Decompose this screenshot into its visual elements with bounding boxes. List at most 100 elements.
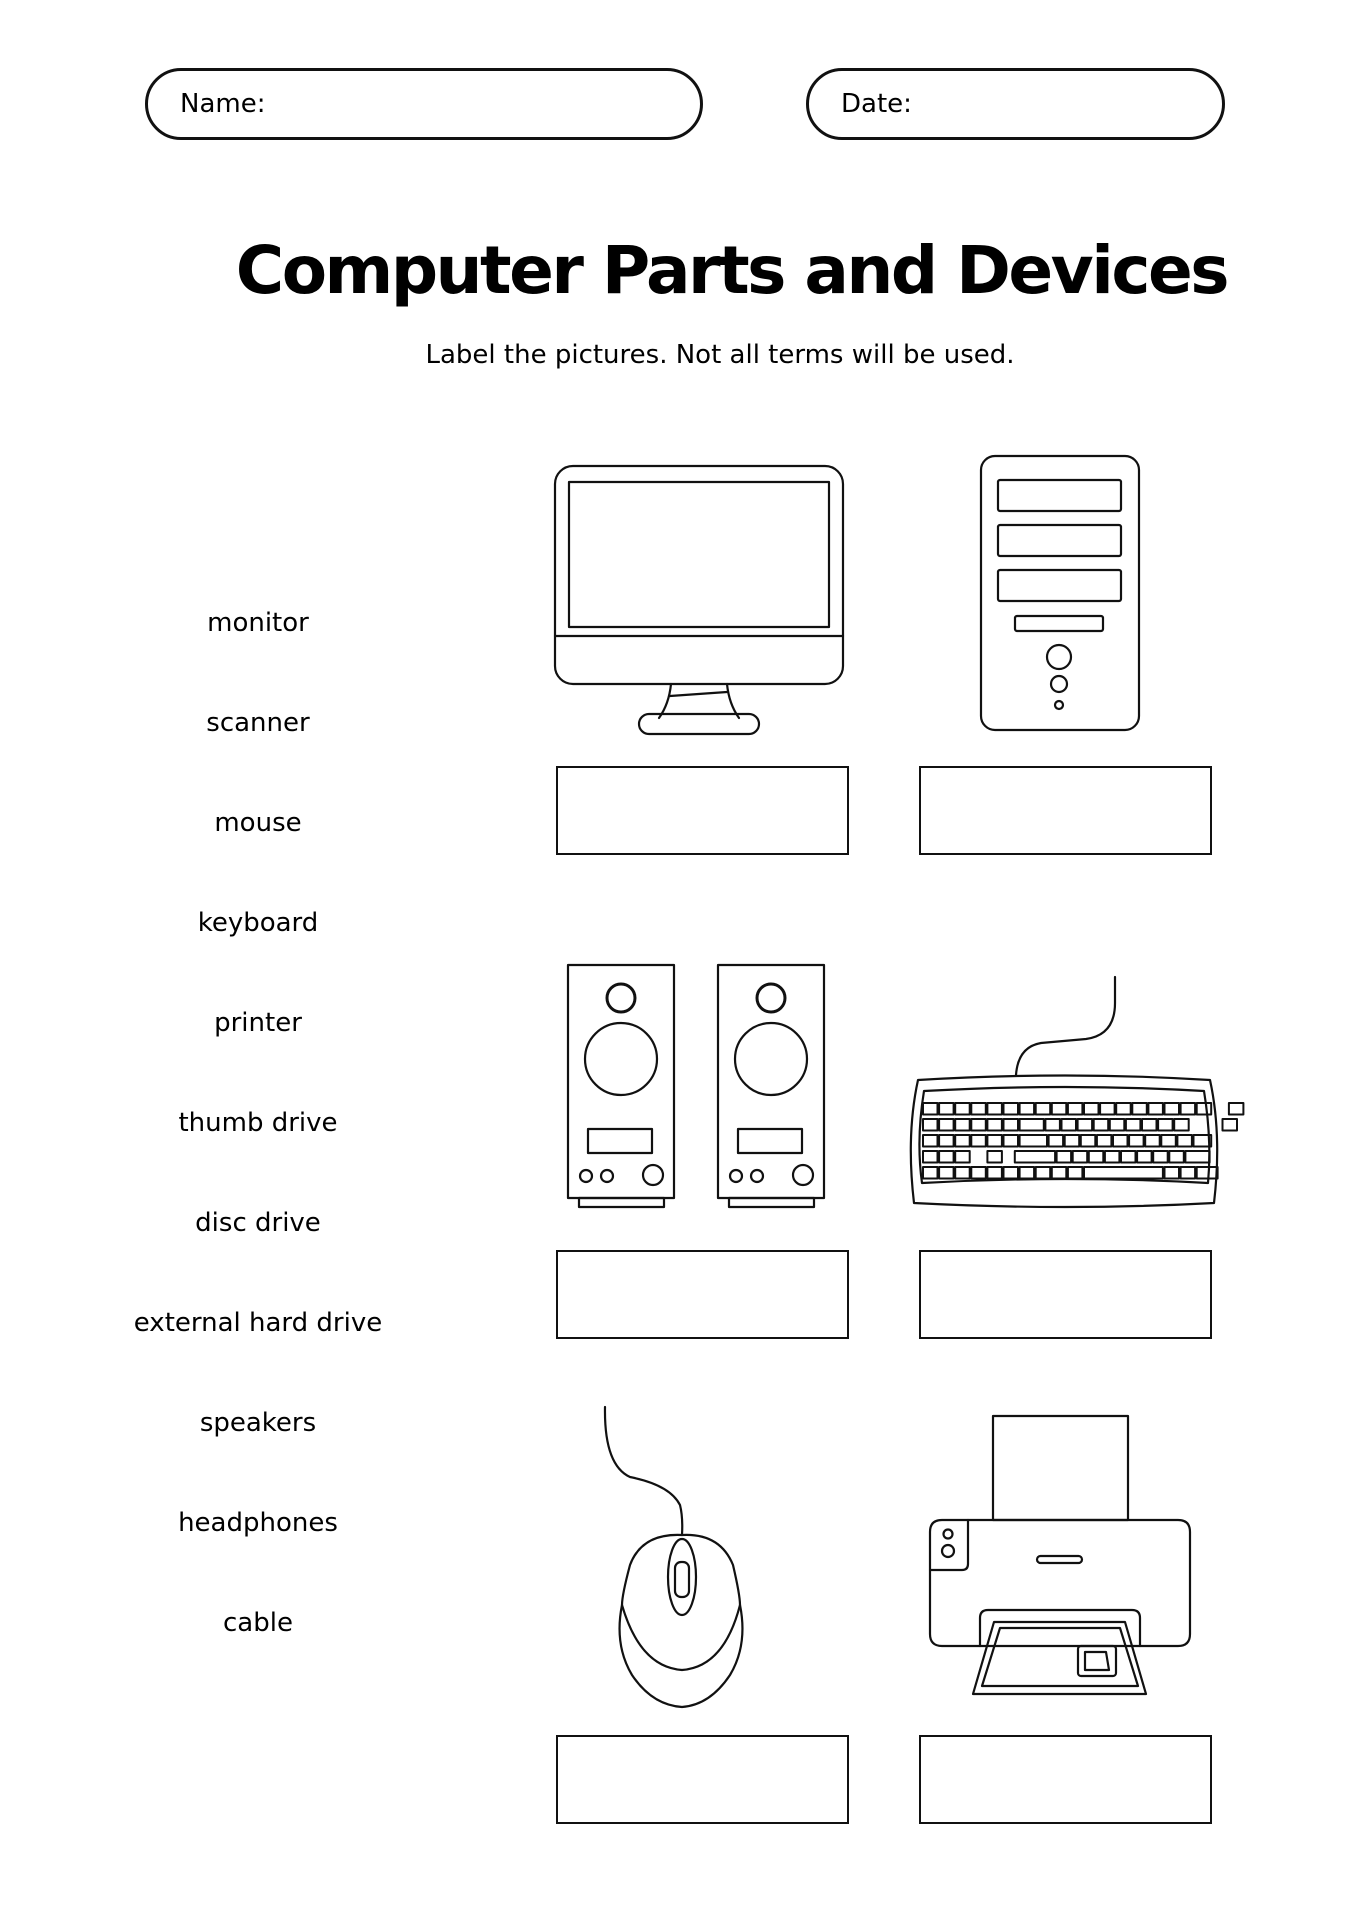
keyboard-key (1157, 1118, 1174, 1132)
keyboard-key (1179, 1166, 1197, 1180)
keyboard-key (1066, 1166, 1084, 1180)
keyboard-key (1034, 1166, 1052, 1180)
keyboard-key (970, 1118, 987, 1132)
name-field[interactable]: Name: (145, 68, 703, 140)
keyboard-key (1144, 1134, 1161, 1148)
keyboard-key (938, 1102, 955, 1116)
keyboard-key (938, 1166, 955, 1180)
keyboard-key (938, 1118, 955, 1132)
monitor-icon (553, 464, 845, 736)
keyboard-key (970, 1134, 987, 1148)
keyboard-key (922, 1118, 939, 1132)
page-title: Computer Parts and Devices (235, 232, 1230, 309)
instructions: Label the pictures. Not all terms will b… (425, 340, 1015, 370)
keyboard-key (1168, 1150, 1185, 1164)
keyboard-cable (1014, 975, 1117, 1077)
name-label: Name: (180, 89, 266, 119)
keyboard-key (1079, 1134, 1097, 1148)
answer-box-speakers[interactable] (556, 1250, 849, 1339)
keyboard-key (1173, 1118, 1190, 1132)
answer-box-printer[interactable] (919, 1735, 1212, 1824)
keyboard-key (1227, 1102, 1245, 1116)
keyboard-key (1103, 1150, 1121, 1164)
answer-box-monitor[interactable] (556, 766, 849, 855)
keyboard-key (986, 1150, 1003, 1164)
keyboard-key (1120, 1150, 1137, 1164)
keyboard-key (1044, 1118, 1061, 1132)
keyboard-key (986, 1118, 1003, 1132)
keyboard-key (1112, 1134, 1129, 1148)
word-bank-term: speakers (199, 1408, 317, 1438)
keyboard-key (1034, 1102, 1052, 1116)
speakers-icon (566, 963, 826, 1209)
keyboard-key (1115, 1102, 1132, 1116)
keyboard-key (1131, 1102, 1148, 1116)
answer-box-mouse[interactable] (556, 1735, 849, 1824)
keyboard-key (1063, 1134, 1081, 1148)
keyboard-key (1163, 1166, 1180, 1180)
keyboard-key (922, 1134, 939, 1148)
keyboard-key (970, 1166, 987, 1180)
mouse-cable (603, 1405, 684, 1537)
keyboard-key (1147, 1102, 1164, 1116)
keyboard-key (1076, 1118, 1094, 1132)
keyboard-key (1066, 1102, 1084, 1116)
keyboard-key (1176, 1134, 1193, 1148)
keyboard-key (1018, 1118, 1045, 1132)
keyboard-key (1184, 1150, 1211, 1164)
printer-paper (991, 1414, 1130, 1522)
keyboard-key (1055, 1150, 1073, 1164)
word-bank-term: keyboard (197, 908, 319, 938)
printer-icon (928, 1414, 1192, 1696)
keyboard-key (954, 1166, 971, 1180)
keyboard-key (1047, 1134, 1065, 1148)
keyboard-key (1002, 1134, 1019, 1148)
keyboard-key (1152, 1150, 1169, 1164)
date-label: Date: (841, 89, 912, 119)
word-bank-term: cable (223, 1608, 293, 1638)
keyboard-key (1002, 1118, 1019, 1132)
keyboard-key (1124, 1118, 1142, 1132)
keyboard-key (1002, 1102, 1019, 1116)
keyboard-key (1013, 1150, 1057, 1164)
keyboard-key (922, 1102, 939, 1116)
keyboard-key (1060, 1118, 1077, 1132)
answer-box-keyboard[interactable] (919, 1250, 1212, 1339)
keyboard-key (986, 1166, 1003, 1180)
keyboard-key (1018, 1102, 1036, 1116)
keyboard-key (1179, 1102, 1197, 1116)
keyboard-key (1095, 1134, 1113, 1148)
keyboard-key (1071, 1150, 1089, 1164)
keyboard-key (1195, 1102, 1213, 1116)
word-bank-term: monitor (207, 608, 309, 638)
keyboard-key (1221, 1118, 1238, 1132)
keyboard-key (1141, 1118, 1158, 1132)
keyboard-key (1050, 1102, 1068, 1116)
mouse-icon (603, 1405, 744, 1709)
keyboard-keys (922, 1102, 1245, 1180)
keyboard-key (1128, 1134, 1145, 1148)
computer-tower-icon (979, 454, 1141, 732)
word-bank-term: headphones (178, 1508, 338, 1538)
speaker-right (716, 963, 826, 1209)
word-bank-term: mouse (214, 808, 302, 838)
word-bank-term: disc drive (195, 1208, 321, 1238)
keyboard-key (986, 1134, 1003, 1148)
keyboard-key (1018, 1166, 1036, 1180)
keyboard-key (1163, 1102, 1180, 1116)
word-bank-term: scanner (206, 708, 310, 738)
keyboard-key (1136, 1150, 1153, 1164)
answer-box-computer-tower[interactable] (919, 766, 1212, 855)
keyboard-icon (909, 975, 1245, 1209)
word-bank-term: printer (214, 1008, 302, 1038)
keyboard-key (1083, 1102, 1100, 1116)
keyboard-key (1108, 1118, 1126, 1132)
keyboard-key (938, 1150, 955, 1164)
keyboard-key (1160, 1134, 1177, 1148)
keyboard-key (1099, 1102, 1116, 1116)
keyboard-key (1092, 1118, 1110, 1132)
keyboard-key (1002, 1166, 1019, 1180)
date-field[interactable]: Date: (806, 68, 1225, 140)
word-bank-term: thumb drive (178, 1108, 338, 1138)
word-bank-term: external hard drive (133, 1308, 383, 1338)
